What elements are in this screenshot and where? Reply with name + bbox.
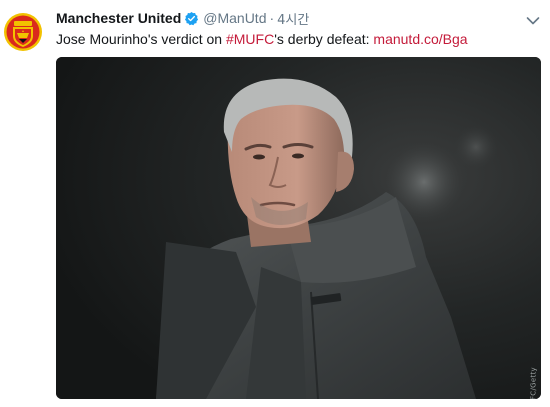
manchester-united-crest-icon: [4, 13, 42, 51]
tweet-header: Manchester United @ManUtd · 4시간: [56, 9, 309, 28]
author-handle[interactable]: @ManUtd: [203, 10, 266, 26]
tweet-text: Jose Mourinho's verdict on #MUFC's derby…: [56, 31, 468, 47]
tweet-text-part: 's derby defeat:: [274, 31, 374, 47]
mourinho-photo: [56, 57, 541, 399]
url-link[interactable]: manutd.co/Bga: [373, 31, 467, 47]
tweet-text-part: Jose Mourinho's verdict on: [56, 31, 226, 47]
separator-dot: ·: [269, 10, 275, 26]
avatar[interactable]: [3, 12, 43, 52]
tweet-timestamp[interactable]: 4시간: [277, 9, 309, 28]
verified-badge-icon: [184, 11, 199, 26]
tweet-media-photo[interactable]: © MUFC/Getty: [56, 57, 541, 399]
photo-credit: © MUFC/Getty: [530, 367, 538, 399]
tweet-card[interactable]: Manchester United @ManUtd · 4시간 Jose Mou…: [0, 0, 550, 407]
hashtag-link[interactable]: #MUFC: [226, 31, 274, 47]
chevron-down-icon[interactable]: [526, 13, 540, 25]
author-name[interactable]: Manchester United: [56, 10, 181, 26]
